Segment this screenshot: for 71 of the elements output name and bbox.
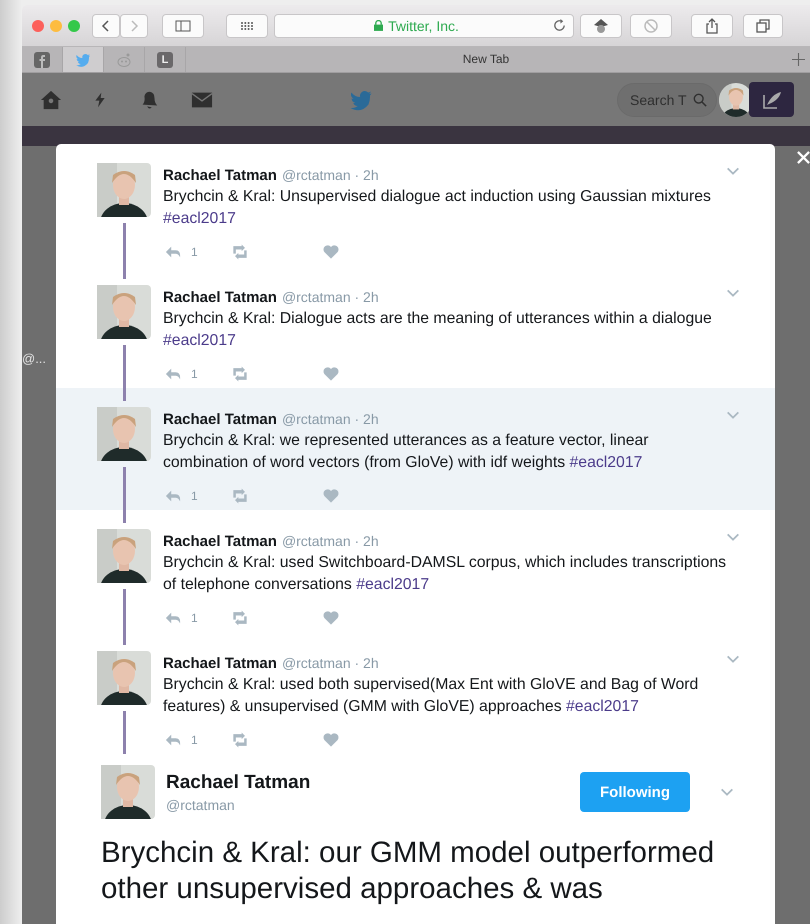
sidebar-icon [175, 18, 191, 34]
extension-icon [593, 18, 609, 34]
hashtag-link[interactable]: #eacl2017 [356, 576, 430, 593]
close-button[interactable] [32, 20, 44, 32]
reply-count: 1 [191, 367, 199, 381]
reply-count: 1 [191, 733, 199, 747]
tweet-meta: @rctatman · 2h [282, 289, 379, 305]
author-name[interactable]: Rachael Tatman [163, 289, 277, 306]
hashtag-link[interactable]: #eacl2017 [163, 210, 236, 227]
browser-tab[interactable] [63, 47, 104, 72]
tab-title[interactable]: New Tab [186, 47, 786, 72]
tweet-text: Brychcin & Kral: used both supervised(Max Ent with GloVE and Bag of Word features) & unsupervised (GMM with GloVE) approaches #eacl2017 [163, 675, 700, 717]
close-icon[interactable] [797, 151, 810, 164]
thread-line [122, 711, 126, 754]
feather-icon [762, 90, 782, 110]
tweet-text: Brychcin & Kral: we represented utterances as a feature vector, linear combination of word vectors (from GloVe) with idf weights #eacl2017 [163, 431, 650, 473]
search-field[interactable]: Search T [617, 82, 717, 116]
hashtag-link[interactable]: #eacl2017 [566, 698, 639, 715]
extension-button[interactable] [580, 14, 622, 38]
tweet-row[interactable]: Rachael Tatman @rctatman · 2h Brychcin & Kral: Dialogue acts are the meaning of utterances within a dialogue #eacl2017 1 [56, 266, 775, 388]
plus-icon[interactable] [792, 53, 804, 66]
browser-tab[interactable]: L [145, 47, 186, 72]
page-address: Twitter, Inc. [388, 18, 459, 34]
mention-text: @... [22, 351, 46, 366]
back-button[interactable] [92, 14, 120, 38]
author-name[interactable]: Rachael Tatman [163, 655, 277, 672]
tweet-meta: @rctatman · 2h [282, 533, 379, 549]
hashtag-link[interactable]: #eacl2017 [163, 332, 236, 349]
reply-count: 1 [191, 489, 199, 503]
block-icon [643, 18, 659, 34]
site-icon: L [157, 52, 173, 68]
lock-icon [374, 20, 384, 31]
home-icon[interactable] [40, 88, 62, 110]
tweet-row[interactable]: Rachael Tatman @rctatman · 2h Brychcin & Kral: used Switchboard-DAMSL corpus, which includes transcriptions of telephone conversations #eacl2017 1 [56, 510, 775, 632]
tweet-text: Brychcin & Kral: Dialogue acts are the meaning of utterances within a dialogue #eacl2017 [163, 309, 713, 351]
reply-icon[interactable] [163, 244, 183, 260]
author-name[interactable]: Rachael Tatman [163, 167, 277, 184]
reply-icon[interactable] [163, 488, 183, 504]
tweet-meta: @rctatman · 2h [282, 167, 379, 183]
reply-count: 1 [191, 611, 199, 625]
reply-icon[interactable] [163, 610, 183, 626]
author-name[interactable]: Rachael Tatman [163, 411, 277, 428]
tweet-text: Brychcin & Kral: our GMM model outperformed other unsupervised approaches & was [101, 835, 716, 907]
reload-icon[interactable] [552, 18, 567, 33]
tabs-icon [755, 18, 771, 34]
reply-icon[interactable] [163, 732, 183, 748]
minimize-button[interactable] [50, 20, 62, 32]
f-icon [34, 52, 50, 68]
share-button[interactable] [691, 14, 733, 38]
author-name[interactable]: Rachael Tatman [166, 772, 569, 794]
reply-icon[interactable] [163, 366, 183, 382]
tabs-button[interactable] [743, 14, 783, 38]
tweet-meta: @rctatman · 2h [282, 655, 379, 671]
bird-icon [75, 52, 91, 68]
author-name[interactable]: Rachael Tatman [163, 533, 277, 550]
zoom-button[interactable] [68, 20, 80, 32]
compose-button[interactable] [749, 82, 794, 117]
tweet-meta: @rctatman · 2h [282, 411, 379, 427]
tweet-text: Brychcin & Kral: used Switchboard-DAMSL corpus, which includes transcriptions of telephone conversations #eacl2017 [163, 553, 728, 595]
sidebar-button[interactable] [162, 14, 204, 38]
tweet-row[interactable]: Rachael Tatman @rctatman · 2h Brychcin & Kral: Unsupervised dialogue act induction using Gaussian mixtures #eacl2017 1 [56, 144, 775, 266]
reply-count: 1 [191, 245, 199, 259]
tweet-row[interactable]: Rachael Tatman @rctatman · 2h Brychcin & Kral: used both supervised(Max Ent with GloVE and Bag of Word features) & unsupervised (GMM with GloVE) approaches #eacl2017 1 [56, 632, 775, 754]
tweet-row[interactable]: Rachael Tatman @rctatman · 2h Brychcin & Kral: we represented utterances as a feature vector, linear combination of word vectors (from GloVe) with idf weights #eacl2017 1 [56, 388, 775, 510]
block-button[interactable] [630, 14, 672, 38]
grid-button[interactable] [226, 14, 268, 38]
alien-icon [116, 52, 132, 68]
search-icon [693, 92, 707, 106]
tweet-text: Brychcin & Kral: Unsupervised dialogue act induction using Gaussian mixtures #eacl2017 [163, 187, 712, 229]
hashtag-link[interactable]: #eacl2017 [570, 454, 642, 471]
share-icon [704, 18, 720, 34]
